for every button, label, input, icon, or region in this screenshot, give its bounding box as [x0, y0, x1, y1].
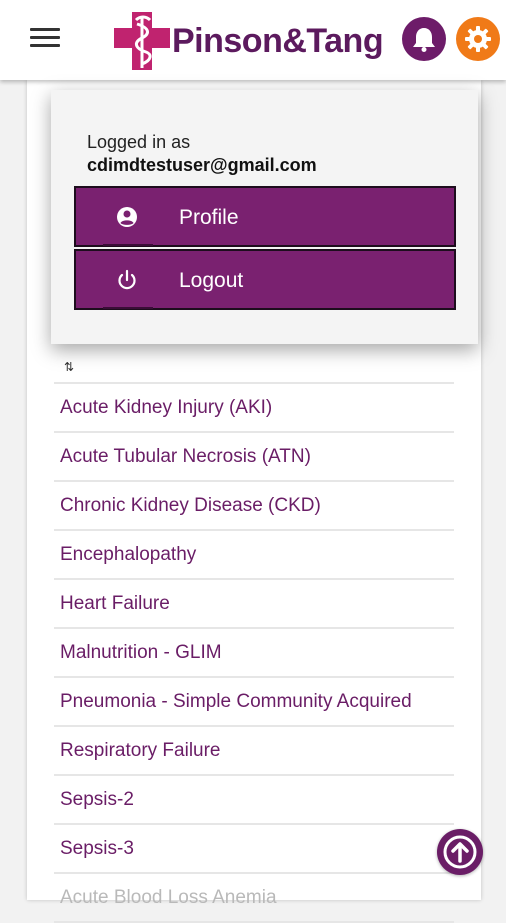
list-item[interactable]: Malnutrition - GLIM: [54, 629, 454, 678]
logout-button[interactable]: Logout: [74, 249, 456, 310]
app-header: Pinson&Tang: [0, 0, 506, 80]
user-menu-dropdown: Logged in as cdimdtestuser@gmail.com Pro…: [51, 90, 478, 344]
sort-header[interactable]: ⇅: [54, 352, 454, 384]
profile-label: Profile: [179, 206, 239, 229]
logout-label: Logout: [179, 269, 244, 292]
hamburger-menu-button[interactable]: [30, 28, 60, 50]
list-item[interactable]: Chronic Kidney Disease (CKD): [54, 482, 454, 531]
sort-icon[interactable]: ⇅: [64, 360, 74, 374]
notifications-button[interactable]: [402, 17, 446, 61]
list-item[interactable]: Encephalopathy: [54, 531, 454, 580]
brand-logo[interactable]: Pinson&Tang: [112, 10, 394, 72]
logged-in-label: Logged in as: [87, 132, 191, 152]
list-item[interactable]: Respiratory Failure: [54, 727, 454, 776]
arrow-up-circle-icon: [443, 835, 477, 869]
scroll-to-top-button[interactable]: [437, 829, 483, 875]
list-item[interactable]: Acute Tubular Necrosis (ATN): [54, 433, 454, 482]
gear-icon: [465, 26, 491, 52]
caduceus-cross-icon: [114, 12, 170, 70]
hamburger-icon: [30, 28, 60, 31]
list-item[interactable]: Acute Blood Loss Anemia: [54, 874, 454, 923]
settings-button[interactable]: [456, 17, 500, 61]
user-email: cdimdtestuser@gmail.com: [87, 155, 317, 175]
list-item[interactable]: Heart Failure: [54, 580, 454, 629]
account-circle-icon: [117, 207, 137, 227]
brand-name: Pinson&Tang: [172, 22, 384, 60]
list-item[interactable]: Sepsis-3: [54, 825, 454, 874]
profile-button[interactable]: Profile: [74, 186, 456, 247]
conditions-list: Acute Kidney Injury (AKI) Acute Tubular …: [54, 384, 454, 923]
power-icon: [118, 269, 136, 290]
list-item[interactable]: Sepsis-2: [54, 776, 454, 825]
list-item[interactable]: Acute Kidney Injury (AKI): [54, 384, 454, 433]
bell-icon: [413, 28, 435, 52]
list-item[interactable]: Pneumonia - Simple Community Acquired: [54, 678, 454, 727]
